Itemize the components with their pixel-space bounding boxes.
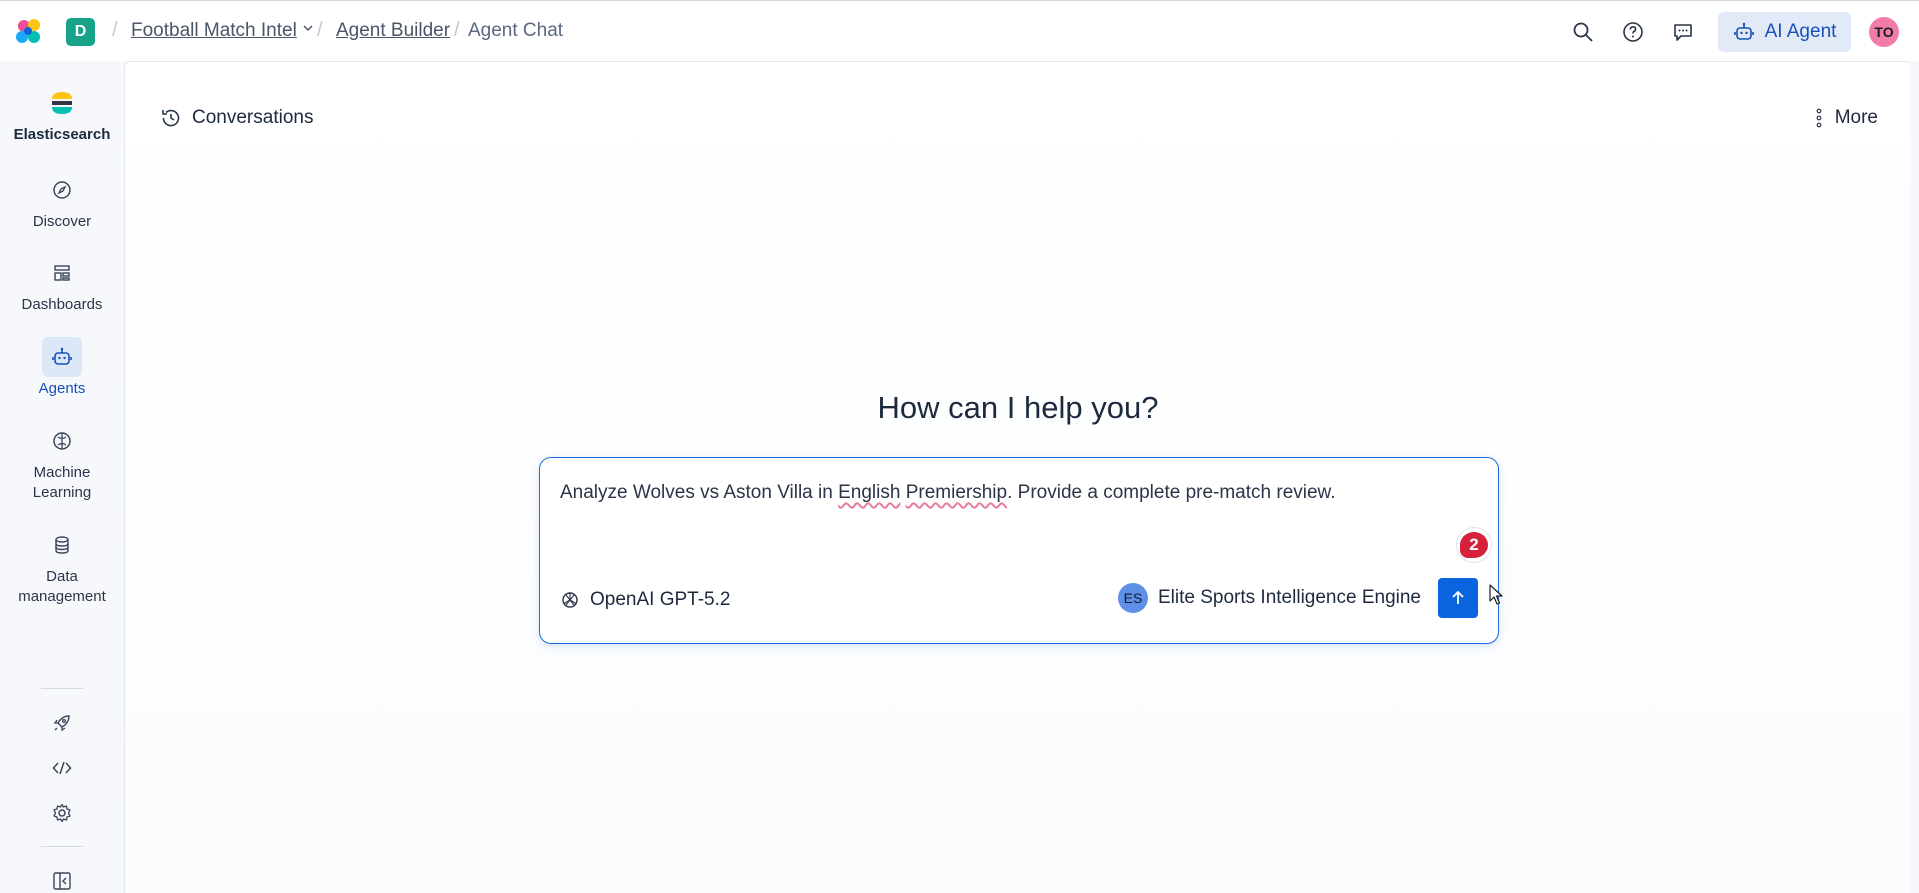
feedback-icon[interactable]: [1670, 19, 1696, 45]
prompt-text: Analyze Wolves vs Aston Villa in: [560, 482, 839, 503]
main-panel: Conversations More How can I help you? A…: [124, 61, 1910, 893]
database-icon: [42, 525, 82, 565]
prompt-text-misspelled: Premiership: [905, 482, 1008, 503]
robot-icon: [42, 337, 82, 377]
ml-icon: [42, 421, 82, 461]
sidebar-item-label: Discover: [32, 213, 92, 230]
sidebar-brand-elasticsearch[interactable]: Elasticsearch: [0, 83, 124, 145]
prompt-input[interactable]: Analyze Wolves vs Aston Villa in English…: [560, 482, 1336, 504]
send-button[interactable]: [1438, 578, 1478, 618]
chevron-down-icon: [303, 25, 313, 32]
collapse-icon[interactable]: [50, 869, 74, 893]
agent-label: Elite Sports Intelligence Engine: [1158, 587, 1421, 608]
agent-selector[interactable]: ES Elite Sports Intelligence Engine: [1118, 583, 1421, 613]
page-title: How can I help you?: [877, 390, 1159, 425]
history-icon: [162, 109, 180, 127]
sidebar-item-agents[interactable]: Agents: [0, 337, 124, 399]
space-badge[interactable]: D: [66, 18, 95, 46]
code-icon[interactable]: [50, 756, 74, 780]
grammar-notification-badge[interactable]: 2: [1456, 527, 1492, 563]
sidebar-divider: [41, 688, 83, 689]
openai-icon: [562, 592, 578, 608]
sidebar-item-label: Data management: [18, 568, 106, 605]
notification-count: 2: [1460, 532, 1488, 558]
chat-composer[interactable]: Analyze Wolves vs Aston Villa in English…: [539, 457, 1499, 644]
model-selector[interactable]: OpenAI GPT-5.2: [560, 589, 730, 611]
top-header: D / Football Match Intel / Agent Builder…: [0, 0, 1919, 61]
dashboard-icon: [42, 253, 82, 293]
agent-avatar: ES: [1118, 583, 1148, 613]
sidebar-brand-label: Elasticsearch: [13, 126, 111, 143]
sidebar-item-label: Agents: [38, 380, 86, 397]
sidebar-item-discover[interactable]: Discover: [0, 170, 124, 232]
elastic-logo-icon[interactable]: [14, 17, 44, 47]
breadcrumb-separator: /: [112, 19, 118, 41]
sidebar-item-data-management[interactable]: Data management: [0, 525, 124, 607]
ai-agent-label: AI Agent: [1764, 21, 1837, 42]
gear-icon[interactable]: [50, 801, 74, 825]
sidebar-item-dashboards[interactable]: Dashboards: [0, 253, 124, 315]
side-navigation: Elasticsearch Discover Dashboards Agents…: [0, 61, 124, 893]
breadcrumb-agent-chat: Agent Chat: [468, 20, 564, 41]
robot-icon: [1733, 22, 1754, 40]
mouse-cursor-icon: [1489, 584, 1503, 605]
search-icon[interactable]: [1570, 19, 1596, 45]
conversations-button[interactable]: Conversations: [160, 107, 313, 129]
model-label: OpenAI GPT-5.2: [590, 589, 731, 610]
breadcrumb-separator: /: [454, 19, 460, 41]
help-icon[interactable]: [1620, 19, 1646, 45]
more-vertical-icon: [1816, 108, 1822, 128]
prompt-text: . Provide a complete pre-match review.: [1007, 482, 1336, 503]
prompt-text-misspelled: English: [838, 482, 901, 503]
sidebar-item-machine-learning[interactable]: Machine Learning: [0, 421, 124, 503]
sidebar-item-label: Machine Learning: [32, 464, 92, 501]
elasticsearch-logo-icon: [0, 83, 124, 123]
more-label: More: [1834, 107, 1878, 128]
rocket-icon[interactable]: [50, 711, 74, 735]
ai-agent-button[interactable]: AI Agent: [1718, 12, 1851, 52]
arrow-up-icon: [1452, 590, 1464, 604]
sidebar-item-label: Dashboards: [21, 296, 103, 313]
more-button[interactable]: More: [1815, 107, 1878, 129]
breadcrumb-agent-builder[interactable]: Agent Builder: [336, 20, 450, 42]
breadcrumb-separator: /: [317, 19, 323, 41]
user-avatar[interactable]: TO: [1869, 17, 1899, 47]
compass-icon: [42, 170, 82, 210]
breadcrumb-project[interactable]: Football Match Intel: [131, 20, 313, 42]
conversations-label: Conversations: [192, 107, 314, 128]
sidebar-divider: [41, 846, 83, 847]
